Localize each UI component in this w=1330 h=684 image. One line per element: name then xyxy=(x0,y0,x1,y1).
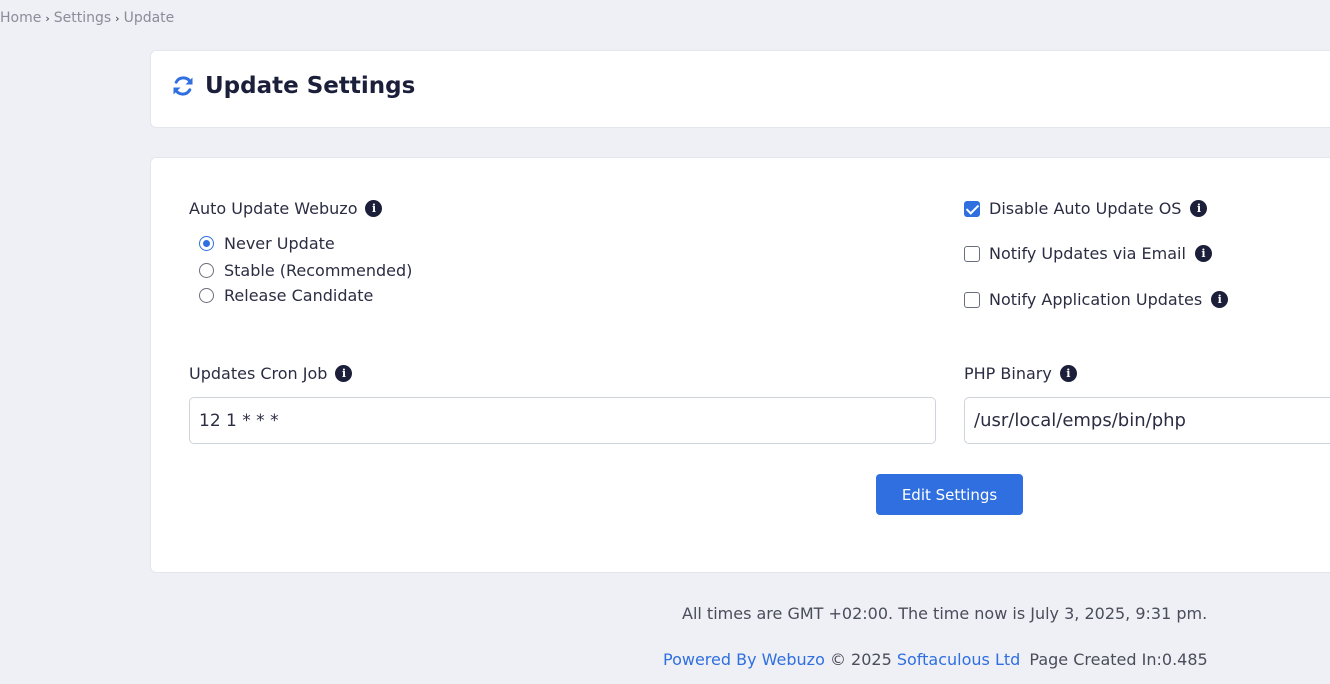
breadcrumb: Home › Settings › Update xyxy=(0,10,174,26)
footer-powered-by: Powered By Webuzo © 2025 Softaculous Ltd… xyxy=(663,650,1208,669)
info-icon[interactable]: i xyxy=(1211,291,1229,308)
copyright-text: © 2025 xyxy=(829,650,892,669)
php-binary-label: PHP Binary i xyxy=(964,364,1077,383)
breadcrumb-update: Update xyxy=(123,10,175,26)
checkbox-disable-auto-update-os[interactable]: Disable Auto Update OS i xyxy=(964,199,1208,218)
cron-label-text: Updates Cron Job xyxy=(189,364,328,383)
breadcrumb-separator: › xyxy=(115,12,120,25)
radio-button[interactable] xyxy=(199,236,214,251)
info-icon[interactable]: i xyxy=(365,200,383,217)
radio-label: Never Update xyxy=(224,234,335,253)
page-created-text: Page Created In:0.485 xyxy=(1029,650,1208,669)
php-binary-input[interactable] xyxy=(964,397,1330,444)
checkbox-notify-application-updates[interactable]: Notify Application Updates i xyxy=(964,290,1229,309)
radio-never-update[interactable]: Never Update xyxy=(199,234,335,253)
checkbox-notify-updates-email[interactable]: Notify Updates via Email i xyxy=(964,244,1212,263)
breadcrumb-settings[interactable]: Settings xyxy=(54,10,111,26)
title-card: Update Settings xyxy=(150,50,1330,128)
radio-stable[interactable]: Stable (Recommended) xyxy=(199,261,412,280)
info-icon[interactable]: i xyxy=(1059,365,1077,382)
info-icon[interactable]: i xyxy=(1190,200,1208,217)
page-title: Update Settings xyxy=(171,73,415,99)
checkbox-label: Notify Application Updates xyxy=(989,290,1203,309)
checkbox[interactable] xyxy=(964,245,980,262)
radio-label: Stable (Recommended) xyxy=(224,261,413,280)
breadcrumb-separator: › xyxy=(45,12,50,25)
checkbox-label: Notify Updates via Email xyxy=(989,244,1186,263)
info-icon[interactable]: i xyxy=(1194,245,1212,262)
footer-time-text: All times are GMT +02:00. The time now i… xyxy=(682,604,1208,623)
softaculous-link[interactable]: Softaculous Ltd xyxy=(897,650,1020,669)
radio-button[interactable] xyxy=(199,288,214,303)
info-icon[interactable]: i xyxy=(335,365,353,382)
checkbox[interactable] xyxy=(964,291,980,308)
radio-button[interactable] xyxy=(199,263,214,278)
page-title-text: Update Settings xyxy=(205,73,416,99)
php-binary-label-text: PHP Binary xyxy=(964,364,1052,383)
checkbox[interactable] xyxy=(964,200,980,217)
powered-by-link[interactable]: Powered By Webuzo xyxy=(663,650,825,669)
breadcrumb-home[interactable]: Home xyxy=(0,10,41,26)
auto-update-label: Auto Update Webuzo i xyxy=(189,199,383,218)
cron-label: Updates Cron Job i xyxy=(189,364,353,383)
sync-icon xyxy=(171,74,195,98)
radio-release-candidate[interactable]: Release Candidate xyxy=(199,286,373,305)
cron-job-input[interactable] xyxy=(189,397,936,444)
checkbox-label: Disable Auto Update OS xyxy=(989,199,1182,218)
edit-settings-button[interactable]: Edit Settings xyxy=(876,474,1023,515)
radio-label: Release Candidate xyxy=(224,286,374,305)
settings-card: Auto Update Webuzo i Never Update Stable… xyxy=(150,157,1330,573)
auto-update-label-text: Auto Update Webuzo xyxy=(189,199,358,218)
